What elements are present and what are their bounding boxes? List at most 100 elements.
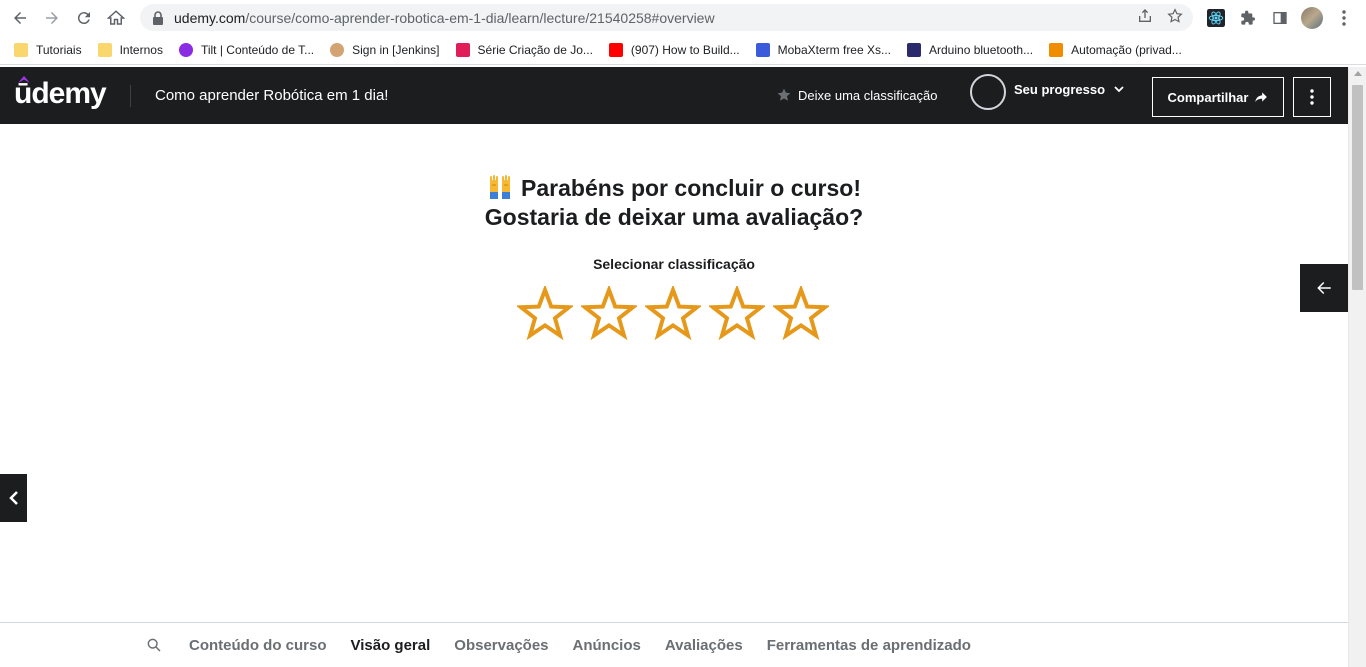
udemy-logo[interactable]: ūdemy (14, 77, 107, 111)
leave-rating-link[interactable]: Deixe uma classificação (776, 87, 937, 103)
avatar (1301, 6, 1323, 29)
share-arrow-icon (1255, 92, 1268, 103)
folder-icon (97, 42, 112, 57)
headline-line-1: Parabéns por concluir o curso! (0, 174, 1348, 203)
tab-observacoes[interactable]: Observações (454, 637, 548, 654)
arrow-left-icon (1317, 282, 1331, 294)
progress-label: Seu progresso (1014, 81, 1106, 97)
react-devtools-extension[interactable] (1200, 0, 1232, 35)
puzzle-icon (1241, 10, 1255, 25)
bookmark-label: Arduino bluetooth... (929, 42, 1034, 57)
automation-icon (1049, 42, 1064, 57)
bookmark-star-icon[interactable] (1167, 8, 1183, 24)
home-button[interactable] (100, 0, 132, 35)
arrow-right-icon (46, 11, 58, 24)
tab-anuncios[interactable]: Anúncios (573, 637, 641, 654)
leave-rating-label: Deixe uma classificação (798, 87, 938, 103)
select-rating-label: Selecionar classificação (593, 256, 755, 272)
chrome-menu-button[interactable] (1328, 0, 1360, 35)
folder-icon (14, 42, 28, 57)
bookmark-label: Tutoriais (36, 42, 82, 57)
bookmark-label: Internos (119, 42, 163, 57)
rating-star-1[interactable] (517, 286, 573, 342)
share-button-label: Compartilhar (1167, 89, 1249, 105)
rating-star-2[interactable] (581, 286, 637, 342)
bookmark-item[interactable]: MobaXterm free Xs... (755, 42, 891, 57)
rating-stars (517, 286, 829, 342)
course-completion-panel: Parabéns por concluir o curso! Gostaria … (0, 124, 1348, 622)
bookmark-item[interactable]: Automação (privad... (1049, 42, 1182, 57)
bookmark-item[interactable]: Arduino bluetooth... (907, 42, 1034, 57)
back-button[interactable] (4, 0, 36, 35)
bookmark-label: Automação (privad... (1071, 42, 1182, 57)
chevron-left-icon (8, 491, 18, 505)
tab-visao-geral[interactable]: Visão geral (351, 637, 431, 654)
share-page-icon[interactable] (1137, 8, 1153, 24)
share-button[interactable]: Compartilhar (1152, 77, 1284, 117)
mobaxterm-icon (755, 42, 770, 57)
home-icon (107, 9, 125, 25)
forward-button[interactable] (36, 0, 68, 35)
youtube-icon (608, 42, 623, 57)
course-tabs: Conteúdo do curso Visão geral Observações A… (0, 622, 1348, 667)
profile-button[interactable] (1296, 0, 1328, 35)
raising-hands-icon (490, 175, 511, 199)
collapse-sidebar-button[interactable] (1300, 264, 1348, 312)
rating-star-5[interactable] (773, 286, 829, 342)
more-options-button[interactable] (1293, 77, 1331, 117)
chevron-down-icon (1114, 86, 1124, 93)
bookmark-label: Sign in [Jenkins] (352, 42, 440, 57)
tab-ferramentas-de-aprendizado[interactable]: Ferramentas de aprendizado (767, 637, 971, 654)
lock-icon (153, 10, 163, 25)
progress-ring (970, 74, 1006, 110)
bookmark-item[interactable]: Série Criação de Jo... (455, 42, 593, 57)
course-title[interactable]: Como aprender Robótica em 1 dia! (155, 87, 388, 104)
bookmark-label: Série Criação de Jo... (477, 42, 593, 57)
rating-star-4[interactable] (709, 286, 765, 342)
arrow-left-icon (14, 11, 26, 24)
address-bar[interactable]: udemy.com/course/como-aprender-robotica-… (140, 4, 1193, 31)
jenkins-icon (330, 42, 345, 57)
page-scrollbar[interactable] (1348, 67, 1366, 667)
bookmark-label: MobaXterm free Xs... (777, 42, 891, 57)
star-icon (777, 88, 791, 101)
bookmark-item[interactable]: Tutoriais (14, 42, 82, 57)
side-panel-icon (1273, 11, 1287, 24)
extensions-area (1200, 0, 1366, 35)
extensions-button[interactable] (1232, 0, 1264, 35)
tab-avaliacoes[interactable]: Avaliações (665, 637, 743, 654)
bookmark-label: Tilt | Conteúdo de T... (200, 42, 315, 57)
progress-dropdown[interactable]: Seu progresso (970, 74, 1125, 110)
url-text: udemy.com/course/como-aprender-robotica-… (174, 10, 715, 26)
bookmark-item[interactable]: (907) How to Build... (608, 42, 740, 57)
bookmark-item[interactable]: Sign in [Jenkins] (330, 42, 440, 57)
tilt-icon (178, 42, 193, 57)
reload-icon (77, 11, 90, 24)
kebab-menu-icon (1342, 9, 1346, 26)
arduino-icon (907, 42, 921, 57)
scroll-up-arrow[interactable] (1354, 71, 1362, 76)
url-path: /course/como-aprender-robotica-em-1-dia/… (245, 9, 715, 26)
bookmark-item[interactable]: Tilt | Conteúdo de T... (178, 42, 315, 57)
headline-congrats: Parabéns por concluir o curso! (521, 175, 861, 201)
headline-line-2: Gostaria de deixar uma avaliação? (484, 204, 864, 230)
rating-star-3[interactable] (645, 286, 701, 342)
browser-toolbar: udemy.com/course/como-aprender-robotica-… (0, 0, 1366, 35)
scrollbar-thumb[interactable] (1352, 85, 1363, 290)
bookmark-item[interactable]: Internos (97, 42, 163, 57)
header-divider (130, 85, 131, 107)
reload-button[interactable] (68, 0, 100, 35)
search-icon[interactable] (146, 637, 162, 653)
side-panel-button[interactable] (1264, 0, 1296, 35)
completion-headline: Parabéns por concluir o curso! Gostaria … (0, 174, 1348, 232)
slack-icon (455, 42, 470, 57)
bookmarks-bar: Tutoriais Internos Tilt | Conteúdo de T...… (0, 35, 1366, 65)
url-host: udemy.com (174, 9, 246, 26)
bookmark-label: (907) How to Build... (630, 42, 740, 57)
kebab-menu-icon (1310, 89, 1314, 105)
course-header: ūdemy Como aprender Robótica em 1 dia! D… (0, 67, 1348, 124)
previous-lecture-button[interactable] (0, 474, 27, 522)
react-icon (1207, 8, 1225, 27)
tab-conteudo-do-curso[interactable]: Conteúdo do curso (189, 637, 327, 654)
omnibox-actions (1137, 8, 1183, 24)
